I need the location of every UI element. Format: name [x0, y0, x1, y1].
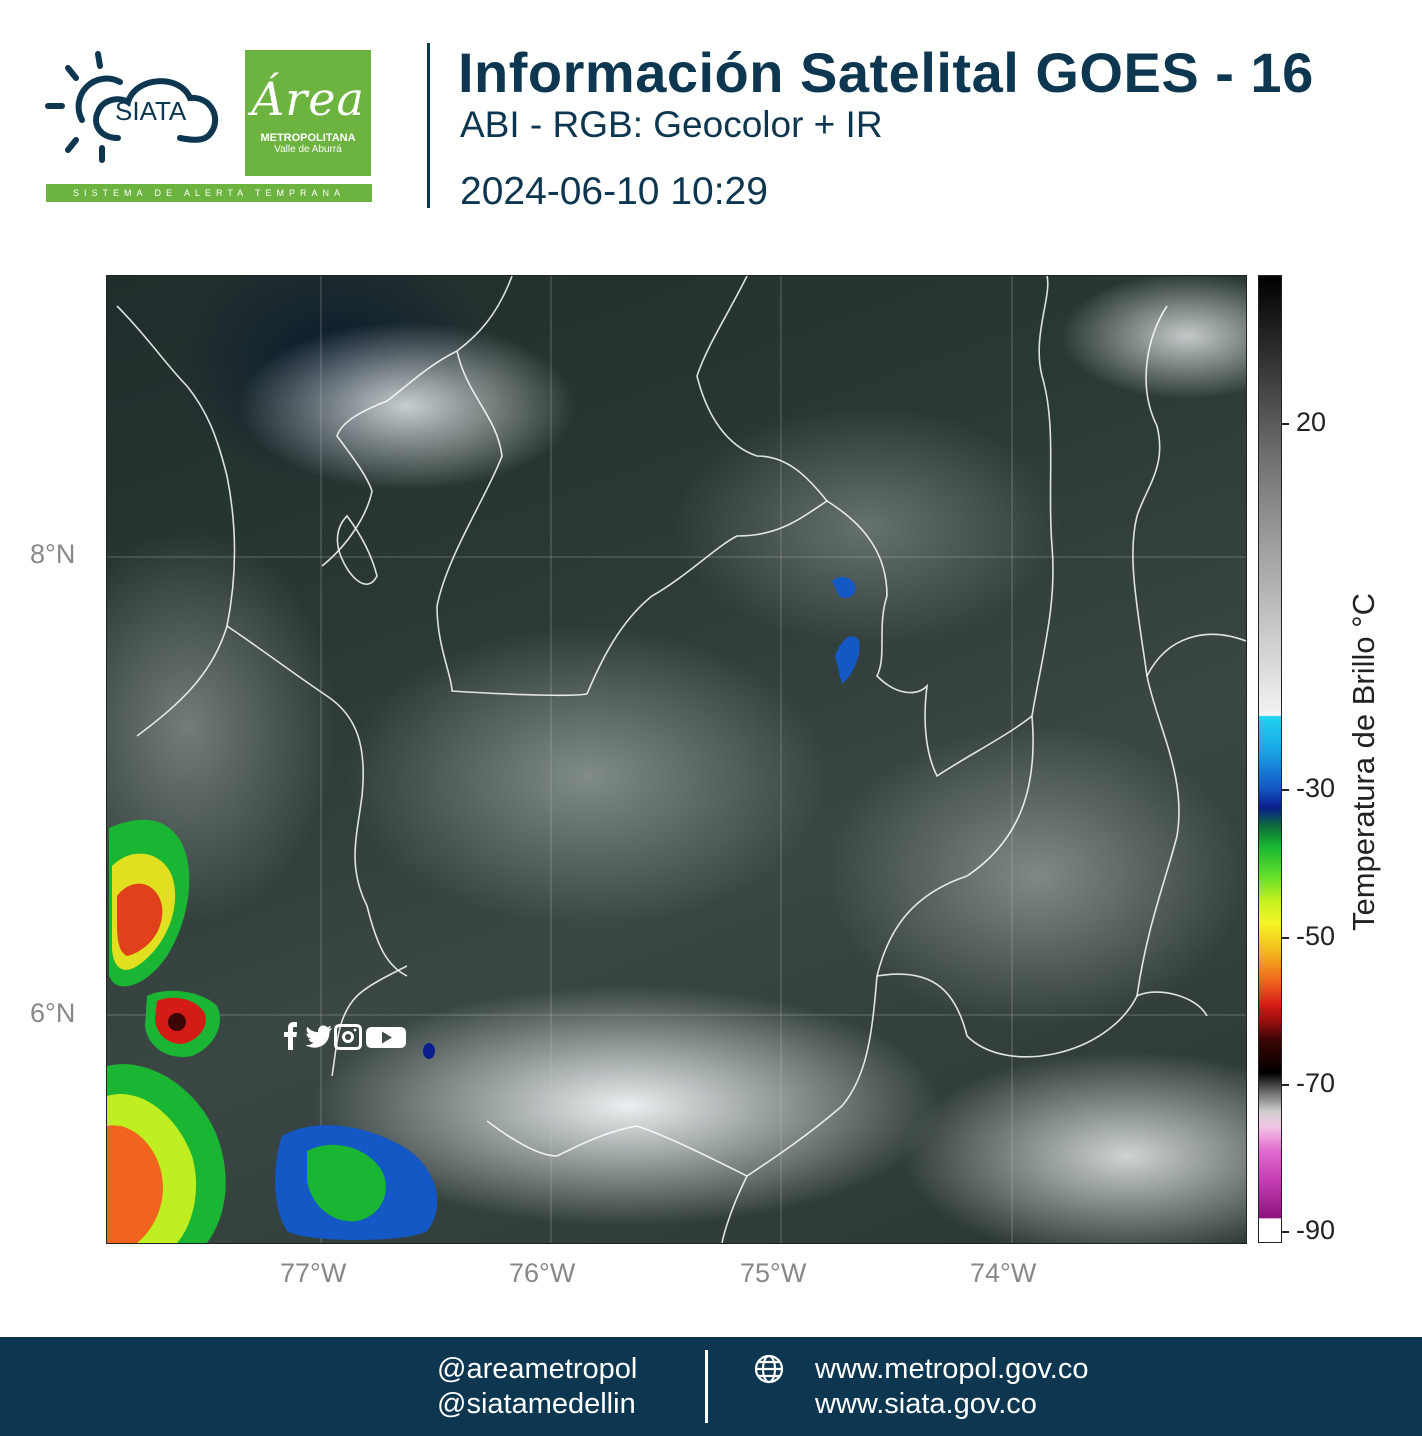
social-icons [284, 1022, 406, 1050]
colorbar-tick [1281, 1231, 1289, 1233]
youtube-icon [366, 1027, 406, 1048]
facebook-icon [284, 1022, 297, 1050]
administrative-boundaries [116, 276, 1246, 1243]
globe-icon [754, 1354, 784, 1384]
area-logo-script: Área [251, 72, 365, 126]
footer-site-siata[interactable]: www.siata.gov.co [815, 1388, 1037, 1421]
footer-bar [0, 1337, 1422, 1436]
area-logo-line1: METROPOLITANA [260, 132, 356, 144]
colorbar-tick [1281, 789, 1289, 791]
svg-text:SIATA: SIATA [115, 96, 187, 126]
page-subtitle: ABI - RGB: Geocolor + IR [460, 104, 883, 145]
temperature-colorbar [1258, 275, 1282, 1243]
lon-label-77w: 77°W [280, 1258, 347, 1288]
lon-label-74w: 74°W [970, 1258, 1037, 1288]
instagram-icon [334, 1024, 362, 1050]
siata-tagline: SISTEMA DE ALERTA TEMPRANA [46, 184, 372, 202]
area-logo-line2: Valle de Aburrá [274, 144, 342, 155]
colorbar-label: -50 [1296, 921, 1336, 951]
colorbar-tick [1281, 423, 1289, 425]
map-overlay [107, 276, 1246, 1243]
cold-cloud-tops [107, 576, 860, 1243]
colorbar-label: -90 [1296, 1215, 1336, 1245]
image-timestamp: 2024-06-10 10:29 [460, 170, 768, 213]
lat-label-8n: 8°N [30, 539, 76, 569]
header-divider [427, 43, 430, 208]
colorbar-tick [1281, 1084, 1289, 1086]
area-metropolitana-logo: Área METROPOLITANA Valle de Aburrá [245, 50, 371, 176]
lon-label-75w: 75°W [740, 1258, 807, 1288]
footer-handle-areametropol[interactable]: @areametropol [437, 1353, 637, 1386]
lon-label-76w: 76°W [509, 1258, 576, 1288]
colorbar-tick [1281, 937, 1289, 939]
page-title: Información Satelital GOES - 16 [458, 41, 1314, 104]
colorbar-label: 20 [1296, 407, 1327, 437]
colorbar-title: Temperatura de Brillo °C [1346, 592, 1381, 932]
twitter-icon [305, 1025, 332, 1048]
colorbar-label: -70 [1296, 1068, 1336, 1098]
footer-divider [705, 1350, 708, 1423]
footer-site-metropol[interactable]: www.metropol.gov.co [815, 1353, 1088, 1386]
lat-label-6n: 6°N [30, 998, 76, 1028]
colorbar-label: -30 [1296, 773, 1336, 803]
siata-logo: SIATA [45, 51, 219, 163]
map-gridlines [107, 276, 1246, 1243]
satellite-map [106, 275, 1247, 1244]
footer-handle-siatamedellin[interactable]: @siatamedellin [437, 1388, 636, 1421]
